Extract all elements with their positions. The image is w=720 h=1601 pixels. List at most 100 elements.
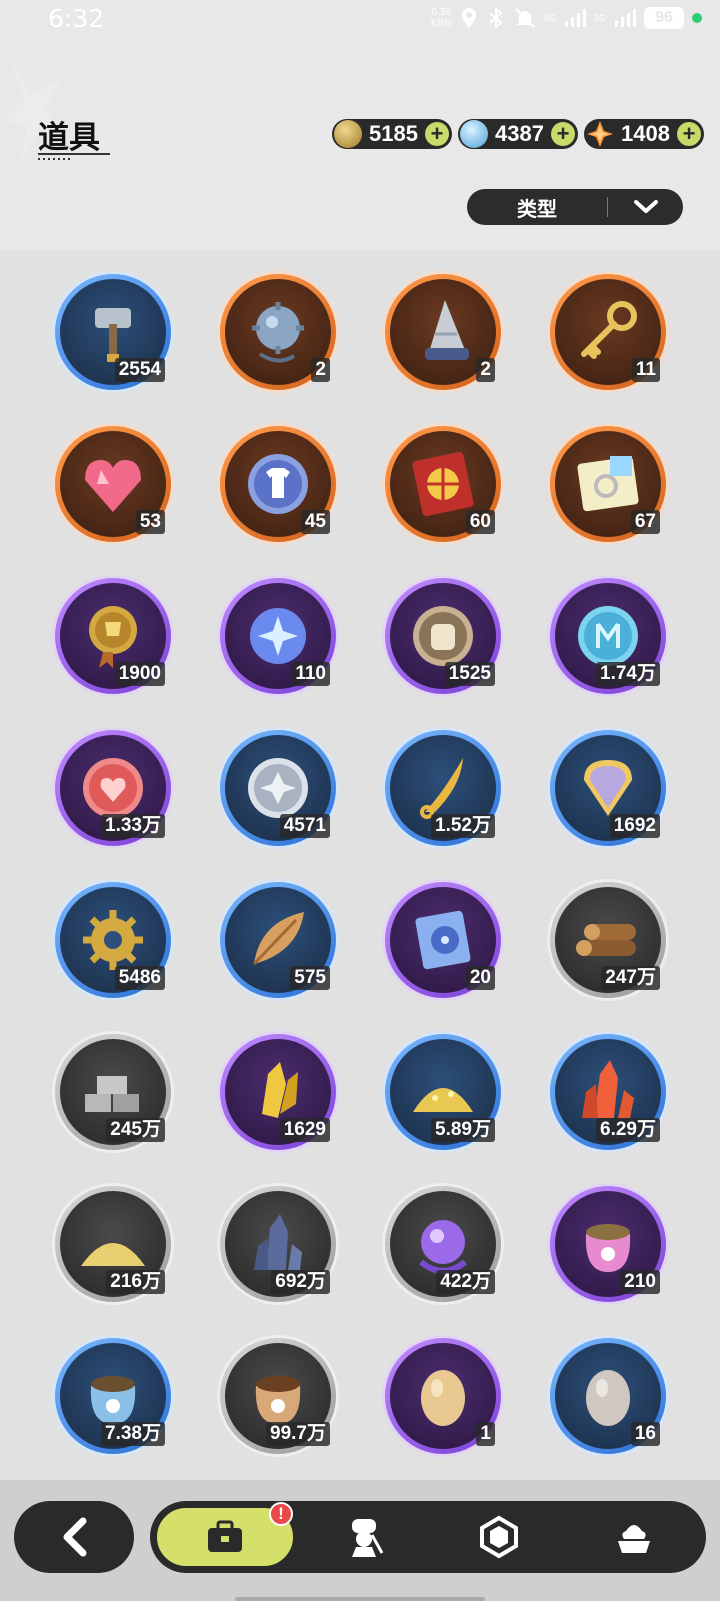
inventory-item[interactable]: 2 [220, 274, 336, 390]
status-indicators: 0.39 KB/s 5G 5G 96 [431, 7, 702, 29]
tab-dessert[interactable] [566, 1505, 701, 1569]
inventory-item[interactable]: 422万 [385, 1186, 501, 1302]
item-count: 5.89万 [431, 1118, 495, 1142]
inventory-item[interactable]: 5486 [55, 882, 171, 998]
type-filter-dropdown[interactable]: 类型 [467, 189, 683, 225]
tab-character[interactable] [296, 1505, 431, 1569]
inventory-item[interactable]: 692万 [220, 1186, 336, 1302]
item-count: 245万 [106, 1118, 165, 1142]
currency-gold-value: 5185 [369, 121, 418, 146]
add-gold-button[interactable]: + [425, 122, 449, 146]
item-count: 575 [290, 966, 330, 990]
status-bar: 6:32 0.39 KB/s 5G 5G 96 [0, 0, 720, 36]
inventory-item[interactable]: 1629 [220, 1034, 336, 1150]
item-count: 210 [620, 1270, 660, 1294]
item-count: 2554 [114, 358, 165, 382]
hexagon-gem-icon [479, 1515, 518, 1559]
currency-star-shard-value: 1408 [621, 121, 670, 146]
network-speed-value: 0.39 [431, 7, 452, 18]
inventory-item[interactable]: 1.52万 [385, 730, 501, 846]
item-count: 11 [631, 358, 660, 382]
item-count: 53 [135, 510, 165, 534]
item-count: 7.38万 [101, 1422, 165, 1446]
inventory-item[interactable]: 6.29万 [550, 1034, 666, 1150]
battery-indicator: 96 [644, 7, 684, 29]
item-count: 16 [630, 1422, 660, 1446]
inventory-item[interactable]: 7.38万 [55, 1338, 171, 1454]
item-count: 1.33万 [101, 814, 165, 838]
status-time: 6:32 [48, 3, 105, 33]
item-count: 5486 [114, 966, 165, 990]
drill-cone-icon [425, 300, 469, 360]
chevron-down-icon [608, 199, 683, 215]
title-dots [38, 158, 70, 160]
inventory-item[interactable]: 575 [220, 882, 336, 998]
back-arrow-icon [63, 1517, 87, 1557]
tab-backpack[interactable]: ! [154, 1502, 296, 1569]
signal-bars-icon [564, 9, 586, 27]
item-count: 692万 [271, 1270, 330, 1294]
item-count: 60 [465, 510, 495, 534]
inventory-item[interactable]: 210 [550, 1186, 666, 1302]
inventory-item[interactable]: 45 [220, 426, 336, 542]
inventory-item[interactable]: 4571 [220, 730, 336, 846]
inventory-item[interactable]: 110 [220, 578, 336, 694]
dessert-icon [617, 1525, 650, 1553]
currency-bar: 5185 + 4387 + 1408 + [332, 119, 704, 149]
inventory-item[interactable]: 216万 [55, 1186, 171, 1302]
network-speed-unit: KB/s [430, 18, 452, 29]
inventory-item[interactable]: 20 [385, 882, 501, 998]
backpack-icon [208, 1520, 242, 1552]
inventory-item[interactable]: 99.7万 [220, 1338, 336, 1454]
inventory-item[interactable]: 1900 [55, 578, 171, 694]
inventory-item[interactable]: 60 [385, 426, 501, 542]
inventory-item[interactable]: 245万 [55, 1034, 171, 1150]
tab-gem[interactable] [431, 1505, 566, 1569]
item-count: 67 [630, 510, 660, 534]
bluetooth-icon [489, 7, 503, 29]
inventory-item[interactable]: 1692 [550, 730, 666, 846]
inventory-item[interactable]: 1.33万 [55, 730, 171, 846]
add-star-shard-button[interactable]: + [677, 122, 701, 146]
item-count: 1900 [114, 662, 165, 686]
currency-crystal-value: 4387 [495, 121, 544, 146]
item-count: 1.52万 [431, 814, 495, 838]
item-count: 422万 [436, 1270, 495, 1294]
home-indicator [235, 1597, 485, 1601]
mute-bell-icon [515, 8, 535, 28]
spiked-mine-icon [252, 302, 304, 363]
network-speed: 0.39 KB/s [431, 7, 452, 29]
inventory-item[interactable]: 2554 [55, 274, 171, 390]
item-grid: 2554 2 2 11 53 45 60 67 1900 110 1525 1.74万 1.33万 457… [55, 274, 666, 1454]
privacy-dot [692, 13, 702, 23]
inventory-item[interactable]: 2 [385, 274, 501, 390]
inventory-item[interactable]: 1525 [385, 578, 501, 694]
chef-character-icon [351, 1519, 383, 1557]
item-count: 216万 [106, 1270, 165, 1294]
inventory-item[interactable]: 67 [550, 426, 666, 542]
item-count: 4571 [279, 814, 330, 838]
item-count: 1629 [279, 1118, 330, 1142]
inventory-item[interactable]: 16 [550, 1338, 666, 1454]
page-title: 道具 [38, 120, 100, 155]
item-count: 1692 [609, 814, 660, 838]
inventory-item[interactable]: 5.89万 [385, 1034, 501, 1150]
item-count: 20 [465, 966, 495, 990]
item-count: 99.7万 [266, 1422, 330, 1446]
item-count: 2 [476, 358, 495, 382]
item-count: 6.29万 [596, 1118, 660, 1142]
inventory-item[interactable]: 1 [385, 1338, 501, 1454]
item-count: 1.74万 [596, 662, 660, 686]
crystal-icon [460, 120, 488, 148]
item-count: 110 [291, 662, 330, 686]
item-count: 1525 [444, 662, 495, 686]
add-crystal-button[interactable]: + [551, 122, 575, 146]
item-count: 2 [311, 358, 330, 382]
inventory-item[interactable]: 247万 [550, 882, 666, 998]
currency-crystal: 4387 + [458, 119, 578, 149]
inventory-item[interactable]: 1.74万 [550, 578, 666, 694]
star-shard-icon [587, 121, 613, 147]
back-button[interactable] [14, 1501, 134, 1573]
inventory-item[interactable]: 11 [550, 274, 666, 390]
inventory-item[interactable]: 53 [55, 426, 171, 542]
